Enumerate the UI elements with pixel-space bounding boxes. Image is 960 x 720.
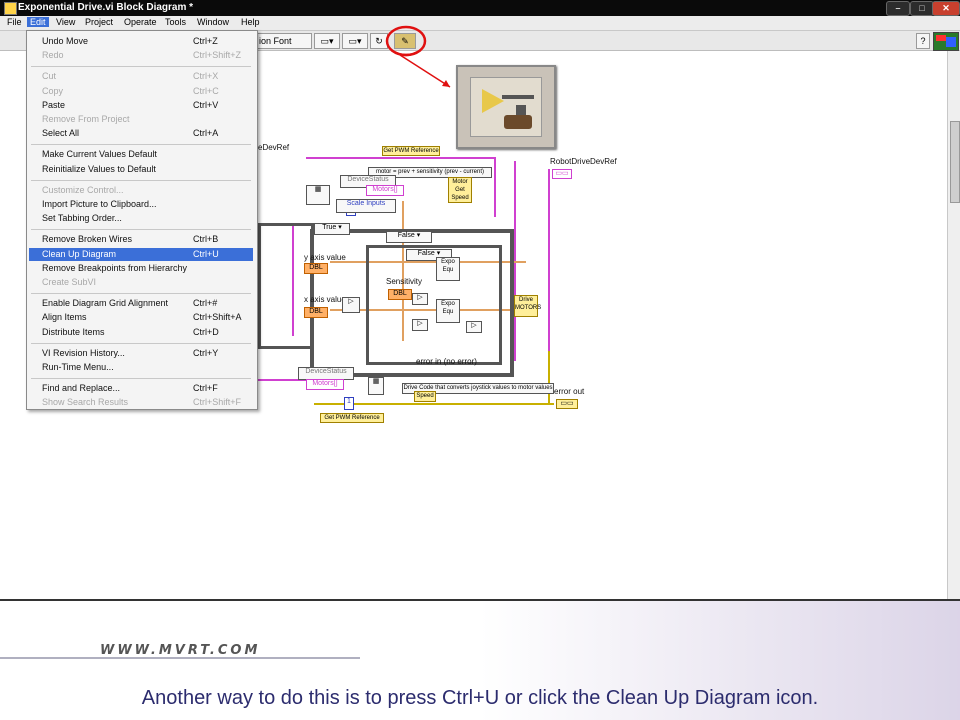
align-objects-icon[interactable]: ▭▾ <box>314 33 340 49</box>
menu-item-label: Set Tabbing Order... <box>42 213 122 224</box>
menu-item-label: Remove Broken Wires <box>42 234 133 245</box>
minimize-button[interactable]: – <box>886 1 910 16</box>
vertical-scrollbar[interactable] <box>947 51 960 599</box>
menu-item-distribute-items[interactable]: Distribute Items Ctrl+D <box>29 326 253 339</box>
menu-item-create-subvi[interactable]: Create SubVI <box>29 276 253 289</box>
slide-caption: Another way to do this is to press Ctrl+… <box>141 687 819 709</box>
menu-view[interactable]: View <box>53 17 78 27</box>
menu-item-shortcut: Ctrl+B <box>193 234 219 245</box>
menu-item-remove-breakpoints-from-hierarchy[interactable]: Remove Breakpoints from Hierarchy <box>29 262 253 275</box>
menu-item-label: Customize Control... <box>42 184 124 195</box>
close-button[interactable]: ✕ <box>932 1 960 16</box>
menu-item-label: Import Picture to Clipboard... <box>42 199 157 209</box>
menu-item-shortcut: Ctrl+A <box>193 128 219 139</box>
menu-item-shortcut: Ctrl+D <box>193 326 219 337</box>
menu-separator <box>31 229 251 231</box>
menu-item-run-time-menu[interactable]: Run-Time Menu... <box>29 361 253 374</box>
menu-item-align-items[interactable]: Align Items Ctrl+Shift+A <box>29 311 253 324</box>
menu-window[interactable]: Window <box>194 17 232 27</box>
menu-item-make-current-values-default[interactable]: Make Current Values Default <box>29 148 253 161</box>
menu-item-remove-from-project[interactable]: Remove From Project <box>29 113 253 126</box>
menu-item-clean-up-diagram[interactable]: Clean Up Diagram Ctrl+U <box>29 247 253 261</box>
menu-item-label: Reinitialize Values to Default <box>42 163 156 174</box>
menu-item-shortcut: Ctrl+X <box>193 71 219 82</box>
menu-item-label: Remove From Project <box>42 114 130 124</box>
scrollbar-thumb[interactable] <box>950 121 960 203</box>
menu-edit[interactable]: Edit <box>27 17 49 27</box>
menu-item-shortcut: Ctrl+# <box>193 298 218 309</box>
annotation-circle-toolbar <box>390 51 422 57</box>
vi-icon <box>933 32 959 51</box>
menu-tools[interactable]: Tools <box>162 17 189 27</box>
menu-item-shortcut: Ctrl+Y <box>193 347 219 358</box>
menu-item-label: Paste <box>42 99 66 110</box>
menu-item-shortcut: Ctrl+Shift+A <box>193 312 242 323</box>
menu-separator <box>31 342 251 344</box>
window-title: Exponential Drive.vi Block Diagram * <box>18 2 194 13</box>
menu-item-select-all[interactable]: Select All Ctrl+A <box>29 127 253 140</box>
menu-item-label: Enable Diagram Grid Alignment <box>42 298 169 309</box>
menu-item-shortcut: Ctrl+F <box>193 383 218 394</box>
menu-item-vi-revision-history[interactable]: VI Revision History... Ctrl+Y <box>29 347 253 360</box>
reorder-icon[interactable]: ↻ <box>370 33 388 49</box>
menu-item-label: Redo <box>42 50 64 61</box>
menu-item-label: VI Revision History... <box>42 347 125 358</box>
menu-item-shortcut: Ctrl+Shift+Z <box>193 50 242 61</box>
menu-bar: File Edit View Project Operate Tools Win… <box>0 16 960 31</box>
menu-separator <box>31 378 251 380</box>
menu-item-label: Show Search Results <box>42 397 129 408</box>
menu-item-set-tabbing-order[interactable]: Set Tabbing Order... <box>29 212 253 225</box>
clean-up-diagram-icon[interactable]: ✎ <box>394 33 416 49</box>
maximize-button[interactable]: □ <box>910 1 934 16</box>
menu-operate[interactable]: Operate <box>121 17 160 27</box>
brand-url: WWW.MVRT.COM <box>100 643 261 658</box>
menu-item-label: Align Items <box>42 312 87 323</box>
menu-item-redo[interactable]: Redo Ctrl+Shift+Z <box>29 49 253 62</box>
menu-item-label: Copy <box>42 85 64 96</box>
menu-separator <box>31 293 251 295</box>
menu-item-label: Undo Move <box>42 36 89 46</box>
menu-item-remove-broken-wires[interactable]: Remove Broken Wires Ctrl+B <box>29 233 253 246</box>
menu-help[interactable]: Help <box>238 17 263 27</box>
menu-item-find-and-replace[interactable]: Find and Replace... Ctrl+F <box>29 382 253 395</box>
distribute-objects-icon[interactable]: ▭▾ <box>342 33 368 49</box>
menu-item-label: Remove Breakpoints from Hierarchy <box>42 262 188 273</box>
menu-item-enable-diagram-grid-alignment[interactable]: Enable Diagram Grid Alignment Ctrl+# <box>29 297 253 310</box>
menu-file[interactable]: File <box>4 17 25 27</box>
menu-item-label: Create SubVI <box>42 277 97 287</box>
menu-separator <box>31 179 251 181</box>
menu-item-reinitialize-values-to-default[interactable]: Reinitialize Values to Default <box>29 163 253 176</box>
menu-item-shortcut: Ctrl+C <box>193 85 219 96</box>
slide-footer: WWW.MVRT.COM Another way to do this is t… <box>0 601 960 720</box>
menu-item-customize-control[interactable]: Customize Control... <box>29 184 253 197</box>
menu-project[interactable]: Project <box>82 17 116 27</box>
menu-item-undo-move[interactable]: Undo Move Ctrl+Z <box>29 35 253 48</box>
menu-item-shortcut: Ctrl+U <box>193 248 219 259</box>
menu-item-shortcut: Ctrl+Z <box>193 36 218 46</box>
menu-item-shortcut: Ctrl+Shift+F <box>193 397 242 408</box>
menu-item-label: Run-Time Menu... <box>42 362 114 372</box>
menu-item-shortcut: Ctrl+V <box>193 99 219 110</box>
menu-item-paste[interactable]: Paste Ctrl+V <box>29 99 253 112</box>
menu-item-label: Make Current Values Default <box>42 149 157 160</box>
menu-item-show-search-results[interactable]: Show Search Results Ctrl+Shift+F <box>29 396 253 409</box>
menu-item-label: Select All <box>42 128 80 139</box>
edit-menu: Undo Move Ctrl+Z Redo Ctrl+Shift+Z Cut Ctrl+X… <box>26 30 258 410</box>
menu-item-label: Find and Replace... <box>42 383 121 394</box>
title-bar: Exponential Drive.vi Block Diagram * – □… <box>0 0 960 16</box>
menu-item-import-picture-to-clipboard[interactable]: Import Picture to Clipboard... <box>29 198 253 211</box>
menu-separator <box>31 144 251 146</box>
help-icon[interactable]: ? <box>916 33 930 49</box>
annotation-arrow <box>399 54 451 88</box>
menu-item-copy[interactable]: Copy Ctrl+C <box>29 85 253 98</box>
labview-app-icon <box>4 2 17 15</box>
font-dropdown[interactable]: ion Font <box>256 33 312 49</box>
menu-item-label: Cut <box>42 71 57 82</box>
menu-item-label: Distribute Items <box>42 326 105 337</box>
menu-item-cut[interactable]: Cut Ctrl+X <box>29 70 253 83</box>
menu-item-label: Clean Up Diagram <box>42 248 117 259</box>
font-dropdown-label: ion Font <box>259 36 292 46</box>
menu-separator <box>31 66 251 68</box>
